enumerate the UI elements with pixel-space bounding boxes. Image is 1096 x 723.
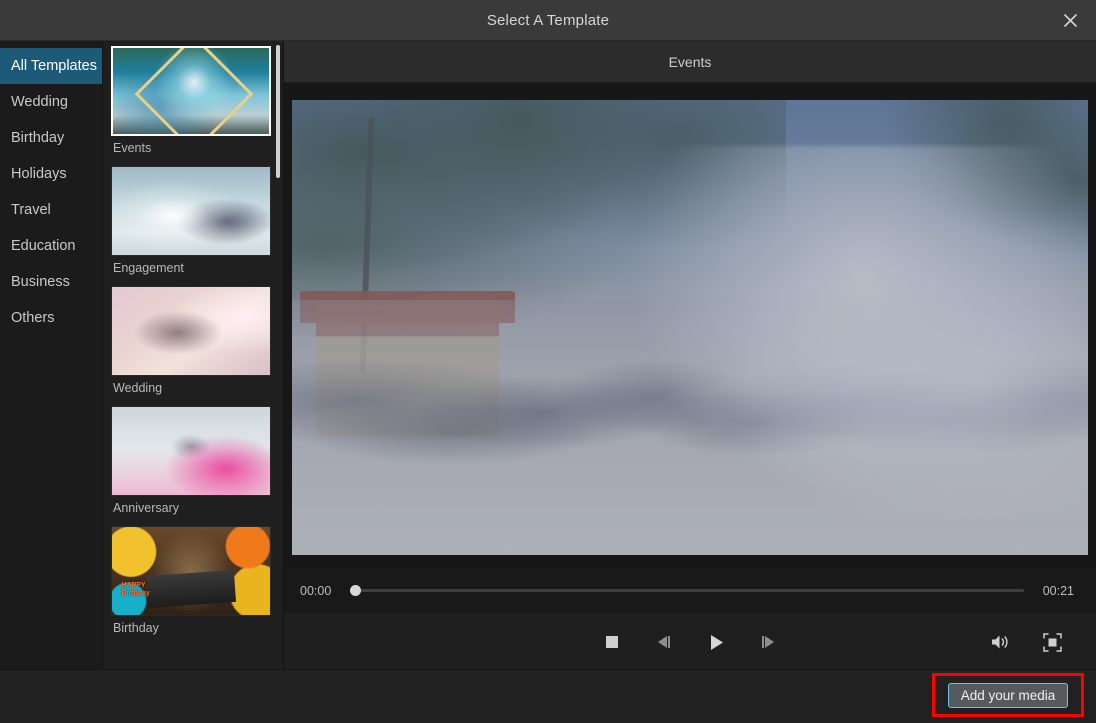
template-item-label: Birthday bbox=[111, 616, 271, 635]
template-thumbnail bbox=[111, 406, 271, 496]
template-item-label: Engagement bbox=[111, 256, 271, 275]
preview-header: Events bbox=[284, 41, 1096, 83]
template-item-events[interactable]: Events bbox=[111, 46, 271, 155]
stop-icon bbox=[605, 635, 619, 649]
template-item-wedding[interactable]: Wedding bbox=[111, 286, 271, 395]
preview-pane: Events 00:00 bbox=[284, 41, 1096, 669]
sidebar-item-business[interactable]: Business bbox=[0, 264, 102, 300]
timeline-bar: 00:00 00:21 bbox=[284, 566, 1096, 614]
sidebar-item-education[interactable]: Education bbox=[0, 228, 102, 264]
template-item-label: Wedding bbox=[111, 376, 271, 395]
next-frame-icon bbox=[760, 635, 776, 649]
sidebar-item-others[interactable]: Others bbox=[0, 300, 102, 336]
title-bar: Select A Template bbox=[0, 0, 1096, 41]
dialog-footer: Add your media bbox=[0, 669, 1096, 723]
overlay-haze bbox=[292, 100, 1088, 555]
thumbnail-art: HAPPYBirthday bbox=[112, 527, 270, 615]
sidebar-item-label: Business bbox=[11, 274, 70, 290]
category-sidebar: All Templates Wedding Birthday Holidays … bbox=[0, 41, 103, 669]
volume-button[interactable] bbox=[983, 627, 1017, 657]
previous-frame-icon bbox=[656, 635, 672, 649]
playback-controls bbox=[284, 614, 1096, 669]
current-time-label: 00:00 bbox=[300, 584, 338, 598]
play-button[interactable] bbox=[699, 627, 733, 657]
video-preview[interactable] bbox=[292, 100, 1088, 555]
timeline-track bbox=[350, 589, 1024, 592]
template-thumbnail: HAPPYBirthday bbox=[111, 526, 271, 616]
template-thumbnail bbox=[111, 286, 271, 376]
close-button[interactable] bbox=[1044, 0, 1096, 40]
timeline-slider[interactable] bbox=[350, 583, 1024, 599]
template-thumbnail bbox=[111, 46, 271, 136]
sidebar-item-holidays[interactable]: Holidays bbox=[0, 156, 102, 192]
sidebar-item-all-templates[interactable]: All Templates bbox=[0, 48, 102, 84]
template-item-birthday[interactable]: HAPPYBirthday Birthday bbox=[111, 526, 271, 635]
template-list: Events Engagement Wedding bbox=[103, 41, 284, 669]
play-icon bbox=[708, 634, 725, 651]
sidebar-item-birthday[interactable]: Birthday bbox=[0, 120, 102, 156]
select-template-dialog: Select A Template All Templates Wedding … bbox=[0, 0, 1096, 723]
thumbnail-art bbox=[112, 167, 270, 255]
add-your-media-button[interactable]: Add your media bbox=[948, 683, 1068, 708]
sidebar-item-label: Others bbox=[11, 310, 55, 326]
stop-button[interactable] bbox=[595, 627, 629, 657]
next-frame-button[interactable] bbox=[751, 627, 785, 657]
thumbnail-art bbox=[112, 407, 270, 495]
template-item-label: Anniversary bbox=[111, 496, 271, 515]
thumbnail-art bbox=[112, 287, 270, 375]
template-item-label: Events bbox=[111, 136, 271, 155]
fullscreen-button[interactable] bbox=[1035, 627, 1069, 657]
preview-title: Events bbox=[669, 54, 712, 70]
sidebar-item-label: Education bbox=[11, 238, 76, 254]
previous-frame-button[interactable] bbox=[647, 627, 681, 657]
template-item-anniversary[interactable]: Anniversary bbox=[111, 406, 271, 515]
timeline-knob[interactable] bbox=[350, 585, 361, 596]
sidebar-item-label: Travel bbox=[11, 202, 51, 218]
template-item-engagement[interactable]: Engagement bbox=[111, 166, 271, 275]
cake-art bbox=[146, 570, 236, 608]
sidebar-item-label: Birthday bbox=[11, 130, 64, 146]
dialog-body: All Templates Wedding Birthday Holidays … bbox=[0, 41, 1096, 669]
fullscreen-icon bbox=[1043, 633, 1062, 652]
sidebar-item-wedding[interactable]: Wedding bbox=[0, 84, 102, 120]
template-thumbnail bbox=[111, 166, 271, 256]
sidebar-item-label: All Templates bbox=[11, 58, 97, 74]
volume-icon bbox=[990, 633, 1010, 651]
dialog-title: Select A Template bbox=[487, 12, 609, 29]
template-list-scrollbar[interactable] bbox=[276, 45, 280, 178]
preview-right-controls bbox=[974, 615, 1078, 669]
close-icon bbox=[1063, 13, 1078, 28]
video-container bbox=[284, 83, 1096, 566]
sidebar-item-travel[interactable]: Travel bbox=[0, 192, 102, 228]
sidebar-item-label: Holidays bbox=[11, 166, 67, 182]
sidebar-item-label: Wedding bbox=[11, 94, 68, 110]
highlight-annotation-box: Add your media bbox=[932, 673, 1084, 717]
happy-birthday-text: HAPPYBirthday bbox=[121, 582, 149, 598]
template-list-scroll-area: Events Engagement Wedding bbox=[103, 41, 283, 669]
total-time-label: 00:21 bbox=[1036, 584, 1074, 598]
